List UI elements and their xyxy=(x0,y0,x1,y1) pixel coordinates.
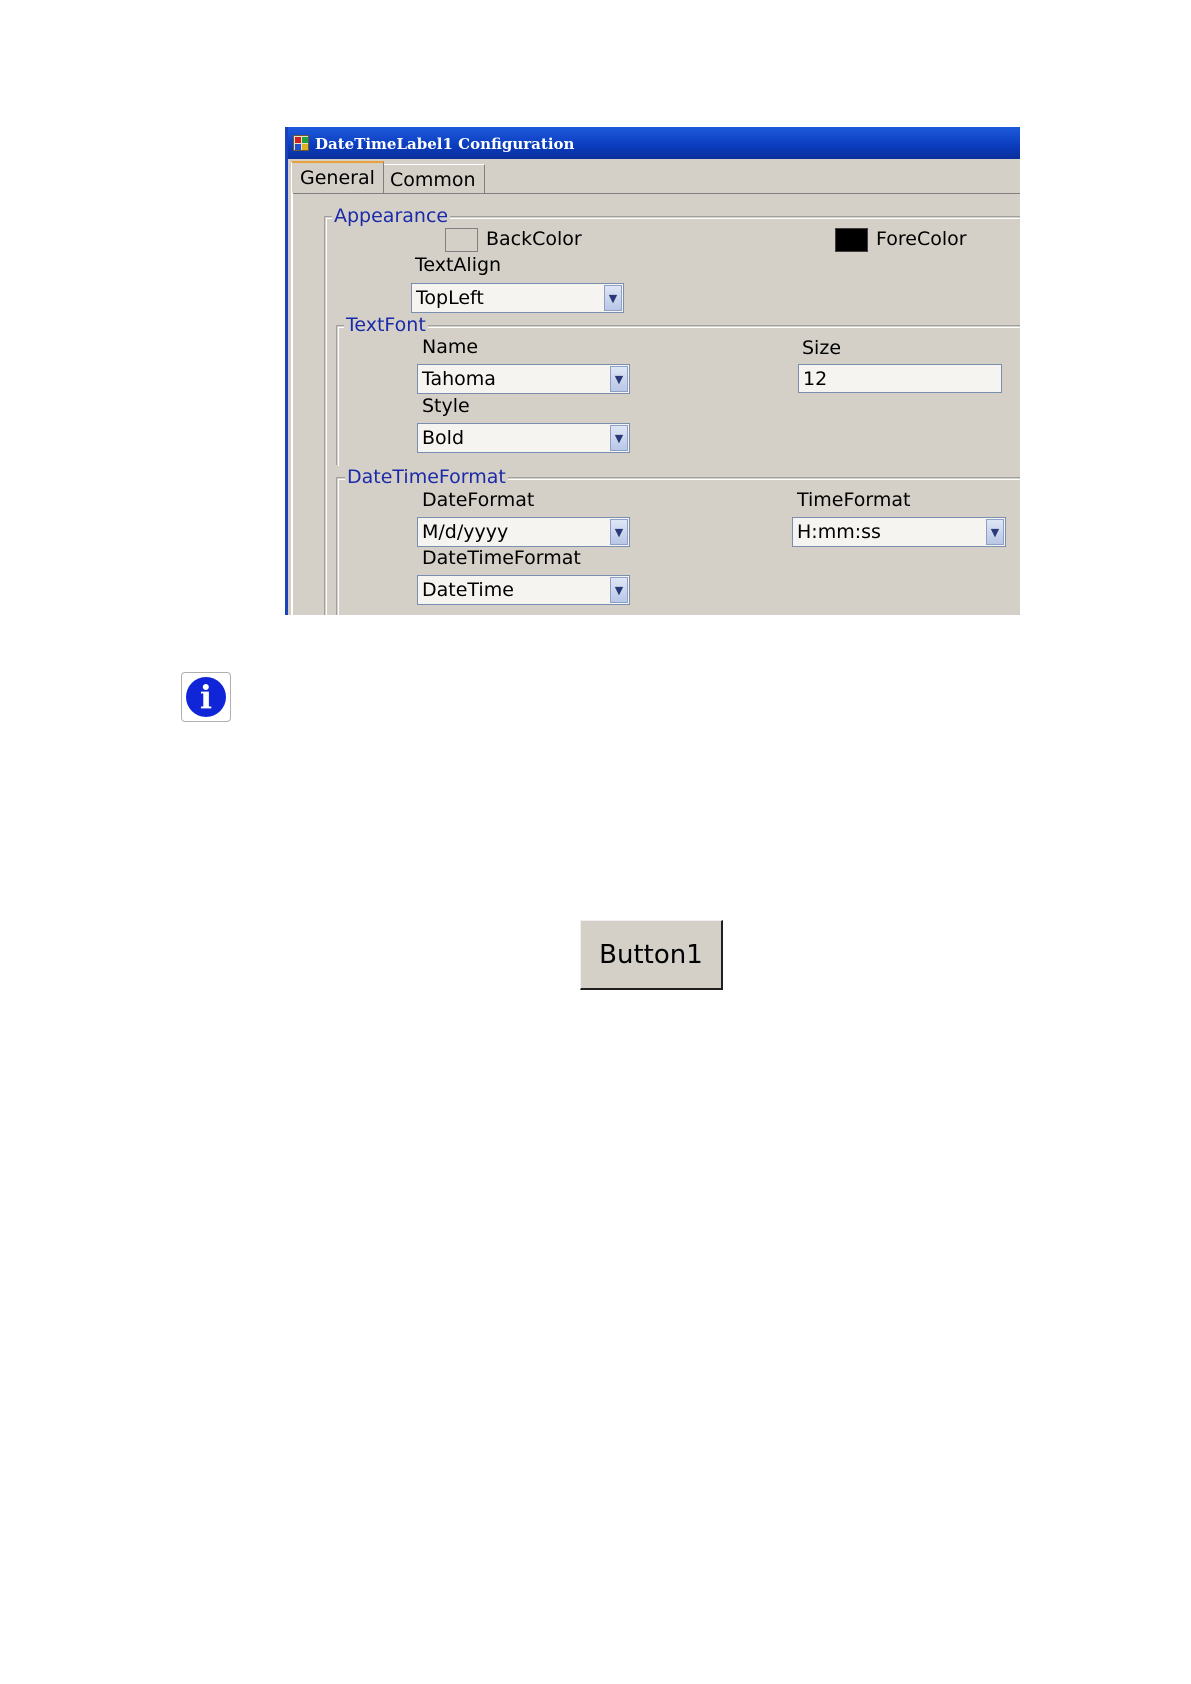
chevron-down-icon[interactable]: ▼ xyxy=(610,425,628,451)
timeformat-value: H:mm:ss xyxy=(797,521,881,543)
font-style-value: Bold xyxy=(422,427,464,449)
tab-common[interactable]: Common xyxy=(381,164,485,194)
font-style-label: Style xyxy=(422,395,470,417)
timeformat-label: TimeFormat xyxy=(797,489,911,511)
info-icon: i xyxy=(181,672,231,722)
backcolor-swatch[interactable] xyxy=(445,228,478,252)
tab-strip-divider xyxy=(291,193,1020,194)
datetimeformat-legend: DateTimeFormat xyxy=(345,466,508,488)
textalign-label: TextAlign xyxy=(415,254,502,276)
datetimeformat-label: DateTimeFormat xyxy=(422,547,581,569)
textfont-legend: TextFont xyxy=(344,314,428,336)
dateformat-label: DateFormat xyxy=(422,489,535,511)
font-name-label: Name xyxy=(422,336,479,358)
chevron-down-icon[interactable]: ▼ xyxy=(610,366,628,392)
textalign-value: TopLeft xyxy=(416,287,484,309)
font-size-label: Size xyxy=(802,337,842,359)
app-icon xyxy=(293,135,309,151)
info-glyph: i xyxy=(186,677,226,717)
window-title: DateTimeLabel1 Configuration xyxy=(315,135,575,153)
backcolor-label: BackColor xyxy=(486,228,582,250)
title-bar[interactable]: DateTimeLabel1 Configuration xyxy=(288,127,1020,159)
chevron-down-icon[interactable]: ▼ xyxy=(986,519,1004,545)
font-name-value: Tahoma xyxy=(422,368,496,390)
datetimeformat-combobox[interactable]: DateTime ▼ xyxy=(417,575,630,605)
tab-page-edge xyxy=(291,193,293,615)
dateformat-combobox[interactable]: M/d/yyyy ▼ xyxy=(417,517,630,547)
textalign-combobox[interactable]: TopLeft ▼ xyxy=(411,283,624,313)
forecolor-swatch[interactable] xyxy=(835,228,868,252)
datetimeformat-value: DateTime xyxy=(422,579,514,601)
chevron-down-icon[interactable]: ▼ xyxy=(610,519,628,545)
forecolor-label: ForeColor xyxy=(876,228,967,250)
chevron-down-icon[interactable]: ▼ xyxy=(604,285,622,311)
font-size-field[interactable]: 12 xyxy=(798,364,1002,393)
font-name-combobox[interactable]: Tahoma ▼ xyxy=(417,364,630,394)
configuration-dialog: DateTimeLabel1 Configuration General Com… xyxy=(285,127,1020,615)
button1-preview[interactable]: Button1 xyxy=(580,920,723,990)
tab-general[interactable]: General xyxy=(291,161,384,193)
timeformat-combobox[interactable]: H:mm:ss ▼ xyxy=(792,517,1006,547)
font-style-combobox[interactable]: Bold ▼ xyxy=(417,423,630,453)
appearance-legend: Appearance xyxy=(332,205,451,227)
dateformat-value: M/d/yyyy xyxy=(422,521,509,543)
chevron-down-icon[interactable]: ▼ xyxy=(610,577,628,603)
